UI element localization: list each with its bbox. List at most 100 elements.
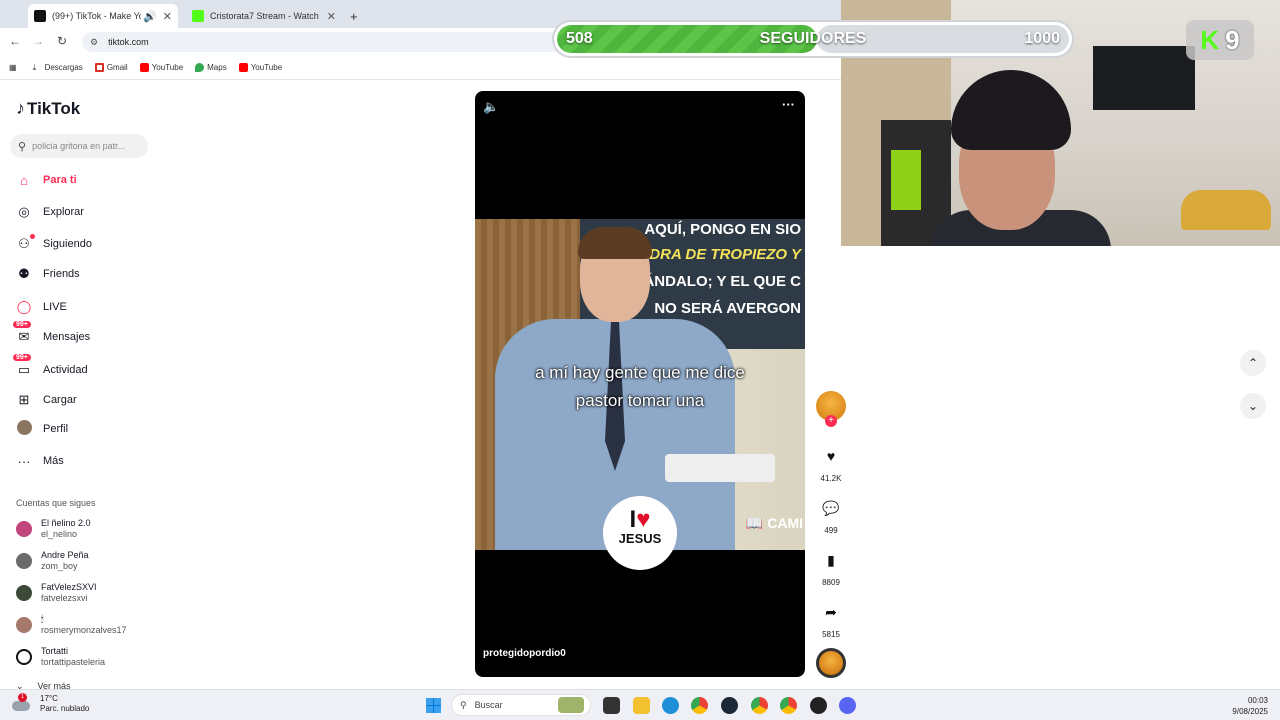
bookmark-youtube-2[interactable]: YouTube [238, 62, 282, 72]
nav-label: Más [43, 455, 64, 467]
bookmark-gmail[interactable]: Gmail [94, 62, 128, 72]
new-tab-button[interactable]: + [344, 4, 364, 28]
system-clock[interactable]: 00:03 9/08/2025 [1232, 695, 1268, 717]
caption-line: a mí hay gente que me dice [535, 363, 745, 382]
sidebar-item-cargar[interactable]: ⊞ Cargar [16, 390, 77, 410]
sidebar-item-para-ti[interactable]: ⌂ Para ti [16, 170, 77, 190]
webcam-tv [1093, 46, 1195, 110]
account-name: Andre Peña [41, 550, 89, 560]
sidebar-item-actividad[interactable]: ▭ 99+ Actividad [13, 354, 88, 380]
following-account[interactable]: Andre Peña zom_boy [16, 549, 89, 573]
music-disc[interactable] [816, 648, 846, 678]
nav-label: Explorar [43, 206, 84, 218]
screen-text-line: AQUÍ, PONGO EN SIO [644, 221, 801, 238]
close-tab-icon[interactable]: ✕ [327, 10, 336, 23]
heart-icon: ♥ [636, 506, 651, 533]
friends-icon: ⚉ [18, 266, 30, 281]
weather-widget[interactable]: 1 17°C Parc. nublado [12, 693, 89, 714]
sidebar-item-explorar[interactable]: ◎ Explorar [16, 202, 84, 222]
chevron-up-icon: ⌃ [1247, 356, 1259, 370]
see-more-label: Ver más [37, 681, 71, 689]
heart-icon[interactable]: ♥ [817, 442, 845, 470]
sidebar-item-friends[interactable]: ⚉ Friends [16, 264, 80, 284]
more-options-icon[interactable]: ··· [782, 97, 795, 112]
following-account[interactable]: Tortatti tortattipasteleria [16, 645, 105, 669]
i-love-jesus-logo: I♥ JESUS [603, 496, 677, 570]
nav-label: Actividad [43, 364, 88, 376]
comment-action[interactable]: 💬 499 [816, 494, 846, 536]
goal-target: 1000 [1024, 30, 1060, 47]
obs-icon[interactable] [810, 697, 827, 714]
account-handle: rosmerymonzalves17 [41, 625, 127, 635]
edge-icon[interactable] [662, 697, 679, 714]
sidebar-item-mensajes[interactable]: ✉ 99+ Mensajes [13, 321, 90, 347]
file-explorer-icon[interactable] [633, 697, 650, 714]
webcam-pillow [1181, 190, 1271, 230]
account-name: Tortatti [41, 646, 69, 656]
share-action[interactable]: ➦ 5815 [816, 598, 846, 640]
following-account[interactable]: FatVelezSXVI fatvelezsxvi [16, 581, 97, 605]
avatar [16, 617, 32, 633]
tab-title: (99+) TikTok - Make Your Da [52, 11, 141, 21]
apps-grid-icon[interactable]: ▦ [9, 63, 17, 72]
chrome-icon[interactable] [691, 697, 708, 714]
chrome-active-icon[interactable] [780, 697, 797, 714]
url-text: tiktok.com [108, 37, 149, 47]
compass-icon: ◎ [18, 204, 30, 219]
sidebar-item-live[interactable]: ◯ LIVE [16, 297, 67, 317]
volume-icon[interactable]: 🔈 [483, 99, 499, 115]
follower-goal-bar: 508 SEGUIDORES 1000 [554, 22, 1072, 56]
back-icon[interactable]: ← [7, 34, 23, 48]
account-handle: el_nelino [41, 529, 78, 539]
video-player[interactable]: 🔈 ··· AQUÍ, PONGO EN SIO PIEDRA DE TROPI… [475, 91, 805, 677]
following-account[interactable]: 🕯 rosmerymonzalves17 [16, 613, 127, 637]
chrome-profile-icon[interactable] [751, 697, 768, 714]
following-account[interactable]: El ñelino 2.0 el_nelino [16, 517, 91, 541]
close-tab-icon[interactable]: ✕ [163, 10, 172, 23]
taskbar-search[interactable]: ⚲ Buscar [451, 694, 591, 716]
account-name: El ñelino 2.0 [41, 518, 91, 528]
bookmark-descargas[interactable]: ⤓ Descargas [33, 63, 83, 72]
bookmark-icon[interactable]: ▮ [817, 546, 845, 574]
nav-label: Cargar [43, 394, 77, 406]
site-info-icon[interactable]: ⚙ [90, 37, 98, 48]
tab-kick-stream[interactable]: Cristorata7 Stream - Watch Live ✕ [186, 4, 342, 28]
search-input[interactable]: ⚲ policia gritona en patr... [10, 134, 148, 158]
tab-tiktok[interactable]: (99+) TikTok - Make Your Da 🔊 ✕ [28, 4, 178, 28]
activity-icon: ▭ 99+ [13, 354, 32, 378]
tiktok-logo[interactable]: ♪ TikTok [16, 98, 80, 119]
previous-video-button[interactable]: ⌃ [1240, 350, 1266, 376]
bookmark-youtube[interactable]: YouTube [139, 62, 183, 72]
see-more-link[interactable]: ⌄ Ver más [16, 681, 71, 689]
account-name: 🕯 [41, 614, 44, 624]
forward-icon[interactable]: → [30, 34, 46, 48]
video-author[interactable]: protegidopordio0 [483, 648, 566, 659]
kick-logo-icon: K [1200, 24, 1220, 55]
search-icon: ⚲ [460, 699, 467, 710]
comment-icon[interactable]: 💬 [817, 494, 845, 522]
nav-label: Perfil [43, 423, 69, 435]
next-video-button[interactable]: ⌄ [1240, 393, 1266, 419]
maps-icon [195, 62, 205, 72]
follow-button[interactable]: + [825, 415, 837, 427]
sidebar-item-siguiendo[interactable]: ⚇ Siguiendo [16, 234, 92, 254]
discord-icon[interactable] [839, 697, 856, 714]
share-icon[interactable]: ➦ [817, 598, 845, 626]
account-handle: fatvelezsxvi [41, 593, 88, 603]
bookmark-maps[interactable]: Maps [195, 62, 227, 72]
like-action[interactable]: ♥ 41.2K [816, 442, 846, 483]
hair [578, 227, 652, 259]
avatar [16, 585, 32, 601]
podium-paper [665, 454, 775, 482]
start-button[interactable] [426, 698, 441, 713]
nav-label: Para ti [43, 174, 77, 186]
task-view-icon[interactable] [603, 697, 620, 714]
reload-icon[interactable]: ↻ [54, 34, 70, 48]
following-icon: ⚇ [16, 234, 35, 252]
sidebar-item-perfil[interactable]: Perfil [16, 419, 68, 439]
steam-icon[interactable] [721, 697, 738, 714]
save-action[interactable]: ▮ 8809 [816, 546, 846, 588]
sidebar-item-mas[interactable]: ··· Más [16, 451, 64, 471]
channel-watermark: 📖 CAMI [746, 515, 803, 532]
speaker-icon[interactable]: 🔊 [143, 10, 157, 23]
